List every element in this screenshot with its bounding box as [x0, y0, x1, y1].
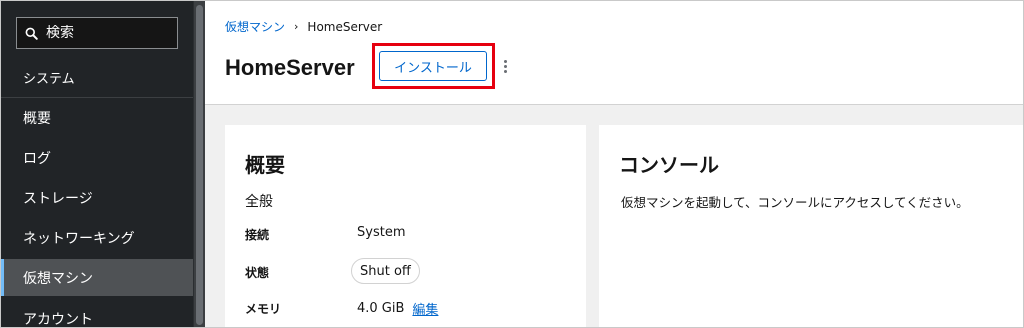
sidebar-item-networking[interactable]: ネットワーキング	[1, 218, 193, 258]
prop-label-state: 状態	[245, 266, 270, 280]
card-title: コンソール	[619, 153, 719, 177]
prop-label-connection: 接続	[245, 228, 270, 242]
section-heading: 全般	[245, 194, 273, 210]
overview-card: 概要 全般 接続 System 状態 Shut off メモリ 4.0 GiB …	[225, 125, 586, 327]
page-title: HomeServer	[225, 55, 355, 80]
edit-memory-link[interactable]: 編集	[412, 299, 438, 318]
sidebar-section-system[interactable]: システム	[1, 57, 193, 97]
breadcrumb-link-virtual-machines[interactable]: 仮想マシン	[225, 18, 285, 35]
sidebar-section-label: システム	[23, 71, 75, 87]
search-input[interactable]	[46, 25, 166, 41]
status-badge: Shut off	[351, 258, 420, 284]
console-card: コンソール 仮想マシンを起動して、コンソールにアクセスしてください。	[599, 125, 1023, 327]
prop-label-memory: メモリ	[245, 302, 282, 316]
memory-value: 4.0 GiB	[357, 301, 405, 316]
search-box[interactable]	[16, 17, 178, 49]
console-message: 仮想マシンを起動して、コンソールにアクセスしてください。	[621, 195, 969, 210]
sidebar-item-overview[interactable]: 概要	[1, 98, 193, 138]
kebab-menu-icon[interactable]	[499, 56, 511, 76]
sidebar-item-accounts[interactable]: アカウント	[1, 299, 193, 328]
app-window: システム 概要 ログ ストレージ ネットワーキング 仮想マシン アカウント 仮想…	[0, 0, 1024, 328]
breadcrumb-current: HomeServer	[307, 19, 383, 34]
sidebar-item-label: ログ	[23, 151, 51, 167]
sidebar-item-label: ネットワーキング	[23, 231, 135, 247]
breadcrumb: 仮想マシン › HomeServer	[225, 18, 382, 35]
chevron-right-icon: ›	[294, 20, 299, 33]
card-title: 概要	[245, 153, 285, 177]
sidebar-item-label: 仮想マシン	[23, 270, 93, 287]
search-icon	[25, 27, 38, 40]
prop-value-connection: System	[357, 225, 406, 240]
sidebar-item-storage[interactable]: ストレージ	[1, 178, 193, 218]
sidebar: システム 概要 ログ ストレージ ネットワーキング 仮想マシン アカウント	[1, 1, 193, 328]
sidebar-item-label: アカウント	[23, 312, 93, 328]
page-header: 仮想マシン › HomeServer HomeServer インストール	[205, 1, 1023, 105]
scrollbar-thumb[interactable]	[196, 5, 203, 325]
sidebar-item-label: ストレージ	[23, 191, 93, 207]
sidebar-item-logs[interactable]: ログ	[1, 138, 193, 178]
install-button[interactable]: インストール	[379, 51, 487, 81]
main-content: 仮想マシン › HomeServer HomeServer インストール 概要 …	[205, 1, 1023, 327]
prop-value-memory: 4.0 GiB 編集	[357, 299, 438, 318]
sidebar-item-label: 概要	[23, 111, 51, 127]
sidebar-item-virtual-machines[interactable]: 仮想マシン	[1, 259, 193, 296]
sidebar-scrollbar[interactable]	[193, 1, 205, 327]
